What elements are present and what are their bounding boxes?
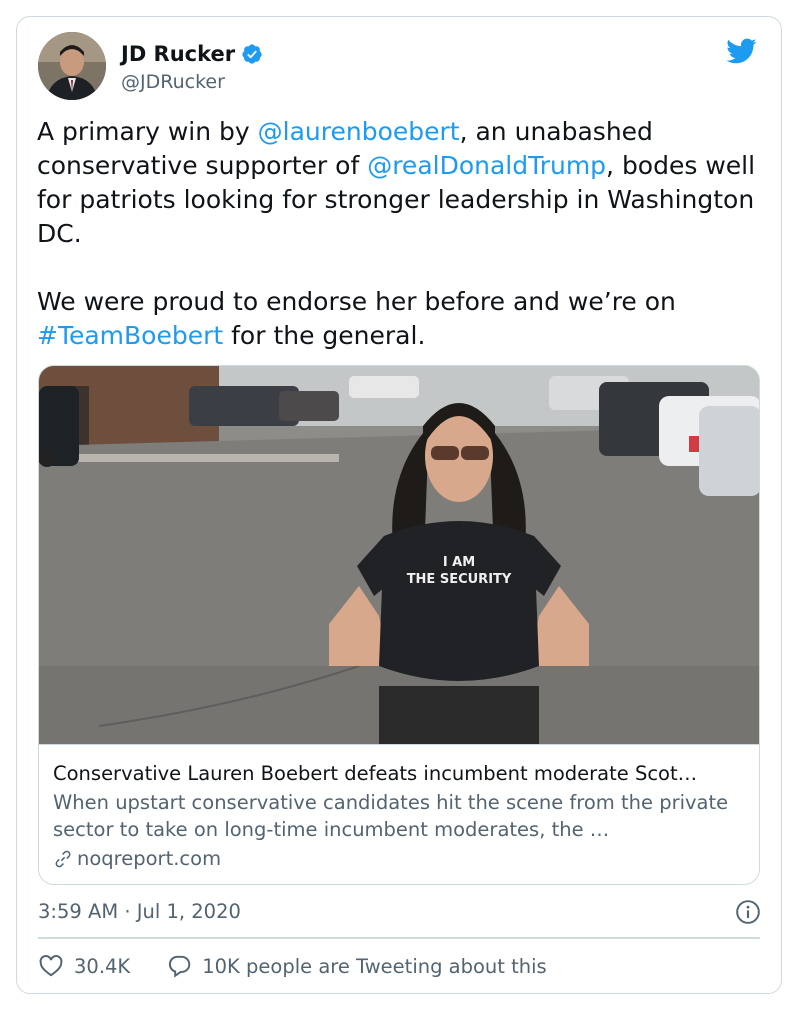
speech-bubble-icon bbox=[169, 955, 191, 978]
link-preview-description: When upstart conservative candidates hit… bbox=[53, 791, 729, 841]
mention-laurenboebert[interactable]: @laurenboebert bbox=[258, 117, 460, 146]
text-segment: A primary win by bbox=[37, 117, 258, 146]
verified-badge-icon bbox=[242, 44, 262, 64]
text-segment: We were proud to endorse her before and … bbox=[37, 287, 676, 316]
author-handle[interactable]: @JDRucker bbox=[121, 69, 263, 95]
info-icon[interactable] bbox=[735, 899, 761, 925]
link-preview-info: Conservative Lauren Boebert defeats incu… bbox=[39, 744, 759, 884]
link-preview-title: Conservative Lauren Boebert defeats incu… bbox=[53, 762, 698, 785]
heart-icon bbox=[39, 955, 63, 977]
like-count: 30.4K bbox=[74, 954, 131, 978]
tweet-actions: 30.4K 10K people are Tweeting about this bbox=[38, 953, 547, 979]
conversation-button[interactable]: 10K people are Tweeting about this bbox=[166, 953, 547, 979]
tweet-card: JD Rucker @JDRucker A primary win by @la… bbox=[16, 16, 782, 994]
shirt-text-line2: THE SECURITY bbox=[407, 572, 512, 587]
mention-realdonaldtrump[interactable]: @realDonaldTrump bbox=[367, 151, 606, 180]
tweet-paragraph-2: We were proud to endorse her before and … bbox=[37, 285, 757, 353]
like-button[interactable]: 30.4K bbox=[38, 953, 130, 979]
divider bbox=[38, 937, 760, 939]
author-info: JD Rucker @JDRucker bbox=[121, 41, 263, 95]
hashtag-teamboebert[interactable]: #TeamBoebert bbox=[37, 321, 223, 350]
link-preview-domain: noqreport.com bbox=[53, 845, 221, 872]
tweet-timestamp[interactable]: 3:59 AM · Jul 1, 2020 bbox=[38, 899, 241, 925]
link-preview-card[interactable]: I AM THE SECURITY Conservative Lauren Bo… bbox=[38, 365, 760, 885]
avatar-image bbox=[38, 32, 106, 100]
avatar[interactable] bbox=[38, 32, 106, 100]
tweet-paragraph-1: A primary win by @laurenboebert, an unab… bbox=[37, 115, 757, 251]
domain-text: noqreport.com bbox=[77, 847, 222, 870]
text-segment: for the general. bbox=[223, 321, 426, 350]
link-preview-photo: I AM THE SECURITY bbox=[39, 366, 759, 744]
tweet-text: A primary win by @laurenboebert, an unab… bbox=[37, 115, 757, 353]
link-icon bbox=[55, 850, 71, 867]
shirt-text-line1: I AM bbox=[443, 555, 475, 570]
author-name[interactable]: JD Rucker bbox=[121, 41, 235, 67]
twitter-bird-icon[interactable] bbox=[725, 37, 757, 65]
conversation-text: 10K people are Tweeting about this bbox=[202, 954, 547, 978]
